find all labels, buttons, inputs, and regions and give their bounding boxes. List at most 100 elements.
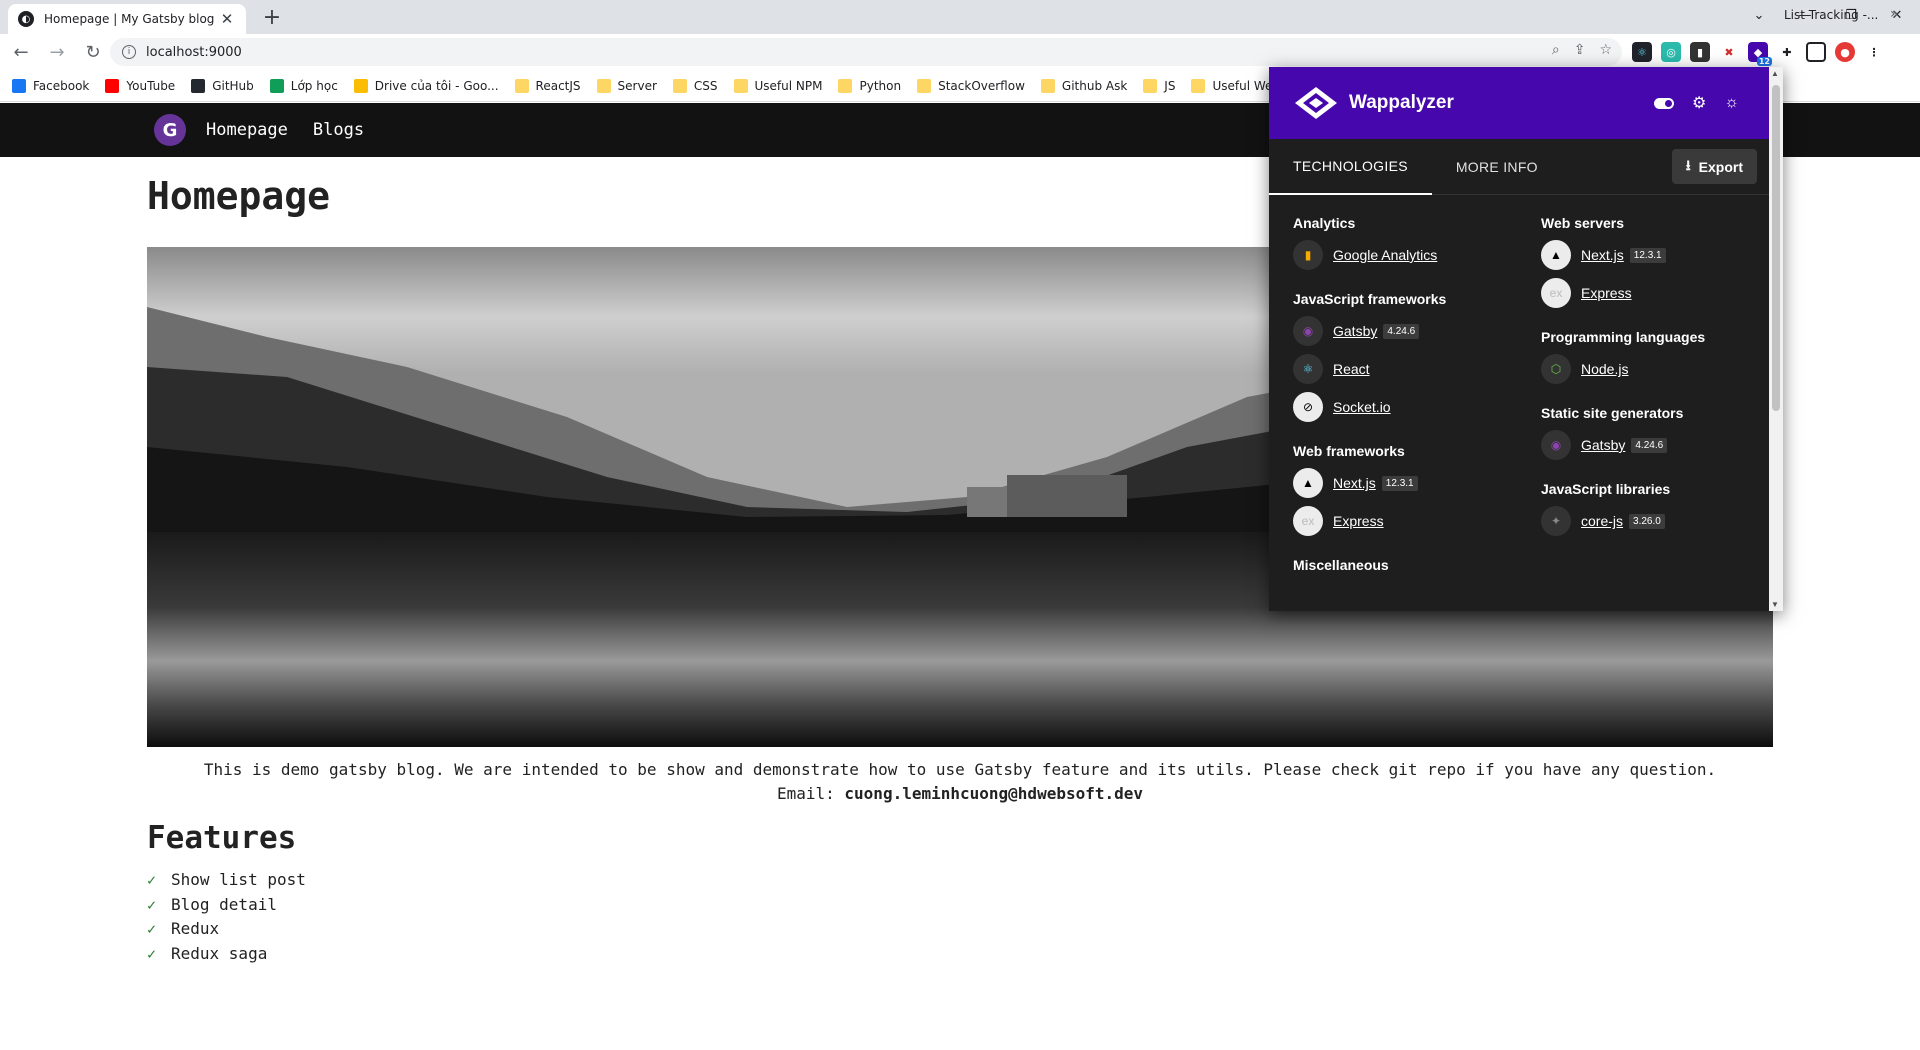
browser-tab[interactable]: ◐ Homepage | My Gatsby blog ✕ [8, 4, 246, 34]
bookmark-item[interactable]: ReactJS [514, 78, 581, 93]
feature-label: Redux saga [171, 943, 268, 963]
scroll-down-icon[interactable]: ▼ [1771, 600, 1779, 609]
share-icon[interactable]: ⇪ [1574, 42, 1586, 58]
category-title: Web frameworks [1293, 443, 1405, 459]
reload-button[interactable]: ↻ [78, 37, 108, 67]
profile-avatar[interactable]: ● [1835, 42, 1855, 62]
bookmark-label: Facebook [33, 78, 90, 93]
address-bar[interactable]: i localhost:9000 ⌕ ⇪ ☆ [110, 38, 1622, 66]
export-label: Export [1698, 158, 1743, 175]
category-title: Analytics [1293, 215, 1356, 231]
nav-homepage-link[interactable]: Homepage [206, 120, 288, 140]
technology-link[interactable]: Next.js [1581, 247, 1624, 263]
technology-row[interactable]: ✦ core-js 3.26.0 [1541, 505, 1781, 537]
bookmark-item[interactable]: Facebook [12, 78, 90, 93]
technology-link[interactable]: Express [1581, 285, 1632, 301]
site-info-icon[interactable]: i [122, 45, 136, 59]
bookmark-label: Github Ask [1061, 78, 1128, 93]
bookmarks-overflow-icon[interactable]: » [1890, 6, 1899, 22]
bookmark-item[interactable]: StackOverflow [917, 78, 1025, 93]
bookmark-star-icon[interactable]: ☆ [1599, 42, 1612, 58]
bookmark-item[interactable]: Drive của tôi - Goo... [353, 78, 499, 93]
popup-scrollbar[interactable]: ▲ ▼ [1769, 67, 1783, 611]
technology-category: Web servers ▲ Next.js 12.3.1 ex Express [1541, 215, 1781, 309]
bookmark-item[interactable]: Python [838, 78, 901, 93]
new-tab-button[interactable]: + [258, 5, 286, 33]
wappalyzer-extension-icon[interactable]: ◆ 12 [1748, 42, 1772, 66]
intro-text: This is demo gatsby blog. We are intende… [147, 758, 1773, 806]
bookmark-item[interactable]: Useful NPM [733, 78, 822, 93]
nav-blogs-link[interactable]: Blogs [313, 120, 364, 140]
technology-category: JavaScript frameworks ◉ Gatsby 4.24.6 ⚛ React… [1293, 291, 1533, 423]
bookmark-label: CSS [693, 78, 718, 93]
bookmark-item[interactable]: Github Ask [1040, 78, 1128, 93]
zoom-icon[interactable]: ⌕ [1552, 42, 1560, 58]
technology-link[interactable]: core-js [1581, 513, 1623, 529]
technology-row[interactable]: ▲ Next.js 12.3.1 [1541, 239, 1781, 271]
settings-gear-icon[interactable]: ⚙ [1692, 93, 1706, 113]
technology-link[interactable]: React [1333, 361, 1370, 377]
extension-book-icon[interactable]: ▮ [1690, 42, 1710, 62]
technology-row[interactable]: ◉ Gatsby 4.24.6 [1293, 315, 1533, 347]
enable-toggle-icon[interactable] [1653, 97, 1674, 109]
technology-link[interactable]: Socket.io [1333, 399, 1391, 415]
version-badge: 4.24.6 [1383, 323, 1420, 339]
email-address: cuong.leminhcuong@hdwebsoft.dev [844, 784, 1144, 803]
nodejs-icon: ⬡ [1541, 354, 1571, 384]
technology-row[interactable]: ▲ Next.js 12.3.1 [1293, 467, 1533, 499]
express-icon: ex [1293, 506, 1323, 536]
technology-row[interactable]: ⚛ React [1293, 353, 1533, 385]
react-devtools-icon[interactable]: ⚛ [1632, 42, 1652, 62]
bookmark-item[interactable]: CSS [672, 78, 718, 93]
technology-link[interactable]: Node.js [1581, 361, 1628, 377]
tab-more-info[interactable]: MORE INFO [1432, 139, 1562, 195]
technology-link[interactable]: Express [1333, 513, 1384, 529]
technology-link[interactable]: Gatsby [1581, 437, 1625, 453]
extension-x-icon[interactable]: ✖ [1719, 42, 1739, 62]
technology-row[interactable]: ◉ Gatsby 4.24.6 [1541, 429, 1781, 461]
technology-category: Miscellaneous [1293, 557, 1533, 574]
category-title: Web servers [1541, 215, 1625, 231]
bookmark-item[interactable]: GitHub [191, 78, 254, 93]
technology-row[interactable]: ▮ Google Analytics [1293, 239, 1533, 271]
bookmark-item[interactable]: Lớp học [269, 78, 338, 93]
category-title: Static site generators [1541, 405, 1684, 421]
forward-button[interactable]: → [42, 37, 72, 67]
gatsby-logo[interactable]: G [154, 114, 186, 146]
close-tab-icon[interactable]: ✕ [218, 10, 236, 28]
extension-badge: 12 [1756, 57, 1772, 66]
bookmark-label: Lớp học [290, 78, 338, 93]
technology-row[interactable]: ex Express [1541, 277, 1781, 309]
menu-kebab-icon[interactable]: ⋮ [1864, 42, 1884, 62]
folder-icon [1143, 78, 1158, 93]
list-item: ✓ Redux [147, 917, 306, 942]
extensions-puzzle-icon[interactable]: ✚ [1777, 42, 1797, 62]
scrollbar-thumb[interactable] [1772, 85, 1780, 411]
folder-icon [917, 78, 932, 93]
technologies-column-left: Analytics ▮ Google Analytics JavaScript fra… [1293, 215, 1533, 594]
extension-circle-icon[interactable]: ◎ [1661, 42, 1681, 62]
technology-row[interactable]: ⬡ Node.js [1541, 353, 1781, 385]
technology-category: Web frameworks ▲ Next.js 12.3.1 ex Express [1293, 443, 1533, 537]
bookmark-item[interactable]: JS [1143, 78, 1175, 93]
bookmark-item[interactable]: Server [596, 78, 657, 93]
wappalyzer-header-actions: ⚙ ☼ [1653, 93, 1739, 113]
scroll-up-icon[interactable]: ▲ [1771, 69, 1779, 78]
export-button[interactable]: ⭳ Export [1671, 149, 1757, 184]
theme-sun-icon[interactable]: ☼ [1724, 94, 1739, 112]
technology-category: Static site generators ◉ Gatsby 4.24.6 [1541, 405, 1781, 461]
react-icon: ⚛ [1293, 354, 1323, 384]
back-button[interactable]: ← [6, 37, 36, 67]
technology-link[interactable]: Next.js [1333, 475, 1376, 491]
bookmark-list-tracking[interactable]: List Tracking -... [1784, 8, 1878, 22]
bookmark-item[interactable]: YouTube [105, 78, 175, 93]
tab-search-icon[interactable]: ⌄ [1736, 0, 1782, 30]
technology-row[interactable]: ex Express [1293, 505, 1533, 537]
technology-link[interactable]: Google Analytics [1333, 247, 1437, 263]
features-heading: Features [147, 820, 297, 856]
tab-technologies[interactable]: TECHNOLOGIES [1269, 139, 1432, 195]
technology-link[interactable]: Gatsby [1333, 323, 1377, 339]
technology-row[interactable]: ⊘ Socket.io [1293, 391, 1533, 423]
list-item: ✓ Blog detail [147, 893, 306, 918]
side-panel-icon[interactable] [1806, 42, 1826, 62]
